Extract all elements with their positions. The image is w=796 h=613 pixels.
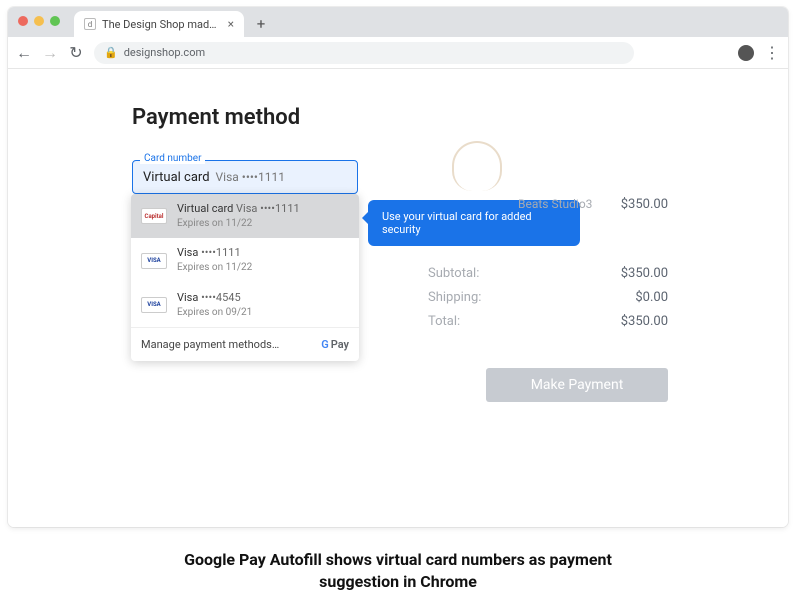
page-title: Payment method xyxy=(132,105,788,130)
autofill-option[interactable]: VISA Visa ••••1111Expires on 11/22 xyxy=(131,238,359,282)
summary-value: $350.00 xyxy=(621,266,668,281)
card-number-field-wrap: Card number Virtual card Visa ••••1111 C… xyxy=(132,160,358,194)
summary-value: $0.00 xyxy=(635,290,668,305)
profile-avatar-icon[interactable] xyxy=(738,45,754,61)
card-brand-icon: VISA xyxy=(141,297,167,313)
new-tab-button[interactable]: + xyxy=(250,13,272,35)
back-button[interactable]: ← xyxy=(16,43,32,63)
favicon-icon: d xyxy=(84,18,96,30)
card-number-label: Card number xyxy=(140,153,205,164)
make-payment-button[interactable]: Make Payment xyxy=(486,368,668,402)
summary-row: Total: $350.00 xyxy=(428,314,668,329)
autofill-option[interactable]: VISA Visa ••••4545Expires on 09/21 xyxy=(131,283,359,327)
summary-label: Shipping: xyxy=(428,290,481,305)
autofill-dropdown: Capital Virtual card Visa ••••1111Expires… xyxy=(131,194,359,361)
tab-close-icon[interactable]: × xyxy=(228,17,234,31)
window-close-icon[interactable] xyxy=(18,16,28,26)
summary-value: $350.00 xyxy=(621,314,668,329)
summary-label: Subtotal: xyxy=(428,266,479,281)
card-number-value: Virtual card xyxy=(143,170,210,185)
manage-payment-methods[interactable]: Manage payment methods… GPay xyxy=(131,327,359,361)
summary-row: Shipping: $0.00 xyxy=(428,290,668,305)
product-name: Beats Studio3 xyxy=(518,197,592,212)
card-brand-icon: VISA xyxy=(141,253,167,269)
manage-payment-methods-label: Manage payment methods… xyxy=(141,338,279,351)
tab-title: The Design Shop made for des xyxy=(102,18,222,31)
card-brand-icon: Capital xyxy=(141,208,167,224)
browser-window: d The Design Shop made for des × + ← → ↻… xyxy=(8,7,788,527)
summary-row: Subtotal: $350.00 xyxy=(428,266,668,281)
card-number-brand-suffix: Visa ••••1111 xyxy=(216,170,285,184)
url-text: designshop.com xyxy=(124,46,205,59)
autofill-option-text: Visa ••••1111Expires on 11/22 xyxy=(177,246,252,274)
browser-menu-icon[interactable]: ⋮ xyxy=(764,43,780,62)
order-summary: Beats Studio3 $350.00 Subtotal: $350.00 Sh… xyxy=(428,141,668,402)
google-pay-logo-icon: GPay xyxy=(321,338,349,351)
tab-strip: d The Design Shop made for des × + xyxy=(8,7,788,37)
forward-button[interactable]: → xyxy=(42,43,58,63)
reload-button[interactable]: ↻ xyxy=(68,43,84,62)
page-content: Payment method Card number Virtual card … xyxy=(8,69,788,527)
window-controls xyxy=(18,16,60,26)
autofill-option-text: Visa ••••4545Expires on 09/21 xyxy=(177,291,252,319)
window-maximize-icon[interactable] xyxy=(50,16,60,26)
summary-label: Total: xyxy=(428,314,460,329)
autofill-option-text: Virtual card Visa ••••1111Expires on 11/… xyxy=(177,202,300,230)
autofill-option[interactable]: Capital Virtual card Visa ••••1111Expires… xyxy=(131,194,359,238)
browser-tab[interactable]: d The Design Shop made for des × xyxy=(74,11,244,37)
figure-caption: Google Pay Autofill shows virtual card n… xyxy=(8,549,788,594)
window-minimize-icon[interactable] xyxy=(34,16,44,26)
browser-toolbar: ← → ↻ 🔒 designshop.com ⋮ xyxy=(8,37,788,69)
card-number-input[interactable]: Virtual card Visa ••••1111 xyxy=(132,160,358,194)
lock-icon: 🔒 xyxy=(104,46,118,59)
product-price: $350.00 xyxy=(621,197,668,212)
address-bar[interactable]: 🔒 designshop.com xyxy=(94,42,634,64)
product-image-icon xyxy=(452,141,502,191)
